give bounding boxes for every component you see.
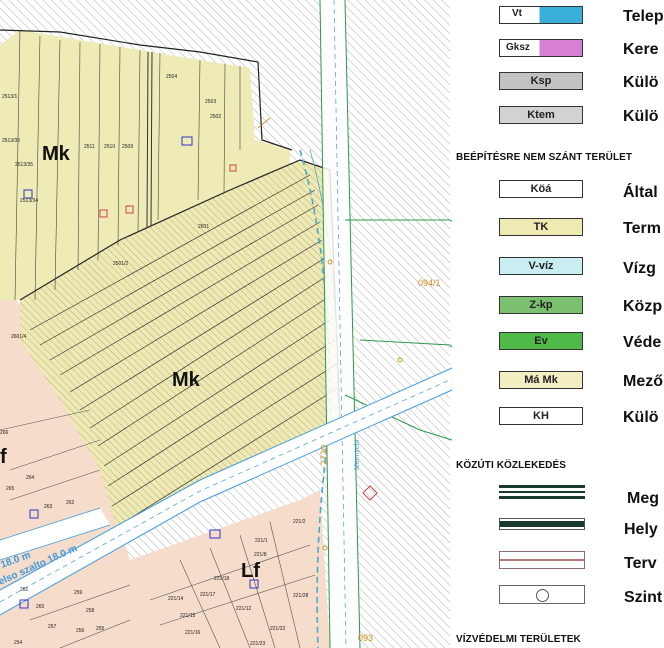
parcel-label: 2601 — [198, 224, 209, 230]
parcel-label: 221/22 — [270, 626, 286, 632]
legend-swatch-tk: TK — [499, 218, 583, 236]
parcel-label: 2510 — [104, 144, 115, 150]
legend-code-ksp: Ksp — [530, 75, 552, 87]
parcel-label: 258 — [86, 608, 95, 614]
legend-code-mamk: Má Mk — [524, 374, 558, 386]
legend-code-zkp: Z-kp — [529, 299, 553, 311]
parcel-label: 264 — [26, 475, 35, 481]
parcel-label: 2503 — [205, 99, 216, 105]
parcel-label: 221/12 — [236, 606, 252, 612]
parcel-label: 221/8 — [254, 552, 267, 558]
stream-label: Mennyelo — [354, 440, 361, 470]
legend-label-gksz: Kere — [623, 41, 659, 58]
legend-label-koa: Által — [623, 184, 658, 201]
legend-label-vt: Telep — [623, 8, 664, 25]
parcel-label: 221/14 — [168, 596, 184, 602]
parcel-label: 257 — [48, 624, 57, 630]
zone-label-lf-south: Lf — [241, 560, 260, 582]
legend-code-tk: TK — [533, 221, 549, 233]
legend-swatch-mamk: Má Mk — [499, 371, 583, 389]
legend-code-ktem: Ktem — [527, 109, 555, 121]
parcel-label: 2501/2 — [113, 261, 129, 267]
legend-swatch-ev: Ev — [499, 332, 583, 350]
parcel-label: 2513/36 — [2, 138, 20, 144]
legend-label-ksp: Külö — [623, 74, 659, 91]
parcel-label: 2504 — [166, 74, 177, 80]
legend-swatch-ktem: Ktem — [499, 106, 583, 124]
parcel-label: 2502 — [210, 114, 221, 120]
parcel-label-orange: 094/1 — [418, 278, 441, 288]
parcel-label: 221/2 — [293, 519, 306, 525]
legend-code-gksz: Gksz — [506, 42, 530, 53]
legend-label-tk: Term — [623, 220, 661, 237]
legend-swatch-gksz: Gksz — [499, 39, 583, 57]
parcel-label: 2509 — [122, 144, 133, 150]
zone-label-mk-north: Mk — [42, 143, 71, 165]
legend-label-mamk: Mező — [623, 373, 663, 390]
legend-label-kh: Külö — [623, 409, 659, 426]
legend-label-zkp: Közp — [623, 298, 663, 315]
legend-label-road-planned: Terv — [624, 555, 657, 572]
legend-code-vt: Vt — [512, 8, 522, 19]
parcel-label: 2601/4 — [11, 334, 27, 340]
legend-swatch-zkp: Z-kp — [499, 296, 583, 314]
legend-label-ev: Véde — [623, 334, 662, 351]
parcel-label: 221/17 — [200, 592, 216, 598]
legend-road-local-symbol — [499, 518, 585, 530]
legend-swatch-ksp: Ksp — [499, 72, 583, 90]
legend-swatch-vviz: V-víz — [499, 257, 583, 275]
parcel-label: 261 — [20, 587, 29, 593]
legend-code-koa: Köá — [530, 183, 552, 195]
legend-label-road-level: Szint — [624, 589, 663, 606]
parcel-label: 2513/1 — [2, 94, 18, 100]
legend-swatch-vt: Vt — [499, 6, 583, 24]
parcel-label: 221/28 — [293, 593, 309, 599]
parcel-label: 221/23 — [250, 641, 266, 647]
circle-icon — [536, 589, 549, 602]
parcel-label: 2511 — [84, 144, 95, 150]
parcel-label: 263 — [44, 504, 53, 510]
legend-road-main-symbol — [499, 485, 585, 499]
legend-section-roads: KÖZÚTI KÖZLEKEDÉS — [456, 460, 567, 471]
parcel-label: 221/1 — [255, 538, 268, 544]
parcel-label: 221/16 — [185, 630, 201, 636]
legend-swatch-koa: Köá — [499, 180, 583, 198]
legend-code-ev: Ev — [534, 335, 548, 347]
legend-label-road-main: Meg — [627, 490, 659, 507]
legend-section-unbuilt: BEÉPÍTÉSRE NEM SZÁNT TERÜLET — [456, 152, 633, 163]
legend-label-road-local: Hely — [624, 521, 658, 538]
parcel-label: 2513/34 — [20, 198, 38, 204]
parcel-label: 221/18 — [214, 576, 230, 582]
parcel-label: 2513/35 — [15, 162, 33, 168]
parcel-label-orange: 093 — [358, 633, 373, 643]
parcel-label: 259 — [74, 590, 83, 596]
zone-label-mk-center: Mk — [172, 369, 201, 391]
legend-swatch-kh: KH — [499, 407, 583, 425]
legend-label-ktem: Külö — [623, 108, 659, 125]
parcel-label: 260 — [36, 604, 45, 610]
parcel-label-orange: 2730 — [319, 445, 329, 465]
legend-road-level-symbol — [499, 585, 585, 604]
parcel-label: 221/15 — [180, 613, 196, 619]
parcel-label: 256 — [76, 628, 85, 634]
parcel-label: 265 — [6, 486, 15, 492]
legend-section-water: VÍZVÉDELMI TERÜLETEK — [456, 634, 581, 645]
parcel-label: 255 — [96, 626, 105, 632]
legend-label-vviz: Vízg — [623, 260, 656, 277]
zone-label-lf-west: f — [0, 446, 7, 468]
legend-road-planned-symbol — [499, 551, 585, 569]
parcel-label: 254 — [14, 640, 23, 646]
legend-code-vviz: V-víz — [528, 260, 554, 272]
parcel-label: 262 — [66, 500, 75, 506]
legend-code-kh: KH — [533, 410, 549, 422]
parcel-label: 266 — [0, 430, 9, 436]
